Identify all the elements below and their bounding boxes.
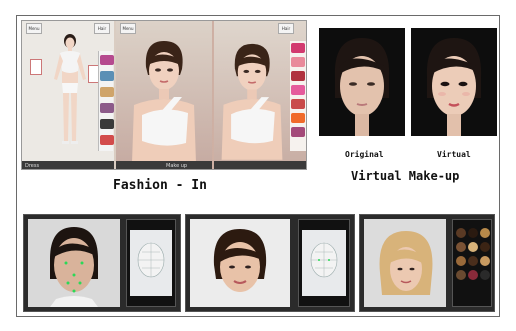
3d-face-model-icon xyxy=(137,242,165,278)
fullbody-view: Menu Hair Dress xyxy=(22,21,114,169)
avatar-head-icon xyxy=(213,229,267,292)
bottom-toolbar: Make up xyxy=(116,161,212,169)
photo-area xyxy=(28,219,120,307)
face-original-icon xyxy=(319,28,405,136)
clothing-item[interactable] xyxy=(100,55,114,65)
photo-area xyxy=(364,219,446,307)
makeup-swatch[interactable] xyxy=(291,43,305,53)
hair-option[interactable] xyxy=(480,228,490,238)
portrait-view-1: Menu Make up xyxy=(116,21,212,169)
makeup-swatch[interactable] xyxy=(291,85,305,95)
clothing-item[interactable] xyxy=(100,119,114,129)
fashion-in-caption: Fashion - In xyxy=(113,178,207,193)
phone-frame xyxy=(126,219,176,307)
hair-option[interactable] xyxy=(456,242,466,252)
hair-thumbnails-icon xyxy=(452,219,492,307)
avatar-figure-icon xyxy=(54,34,86,144)
photo-area xyxy=(190,219,290,307)
makeup-swatch[interactable] xyxy=(291,127,305,137)
clothing-thumbnails xyxy=(98,51,114,151)
hair-option[interactable] xyxy=(468,256,478,266)
hair-style-avatar-icon xyxy=(379,231,433,295)
makeup-swatch[interactable] xyxy=(291,57,305,67)
bottom-toolbar xyxy=(214,161,306,169)
dress-tab[interactable]: Dress xyxy=(25,163,39,169)
app-screenshot-2 xyxy=(185,214,355,312)
toolbar-menu-button[interactable]: Menu xyxy=(120,23,136,34)
face-virtual-icon xyxy=(411,28,497,136)
virtual-makeup-caption: Virtual Make-up xyxy=(351,169,460,183)
clothing-item[interactable] xyxy=(100,87,114,97)
hair-option[interactable] xyxy=(456,256,466,266)
portrait-view-2: Hair xyxy=(214,21,306,169)
fashion-in-panel: Menu Hair Dress Menu Make up Hair xyxy=(21,20,307,170)
clothing-item[interactable] xyxy=(100,103,114,113)
3d-face-model-icon xyxy=(310,242,338,278)
makeup-palette xyxy=(290,41,306,151)
face-landmarks-icon xyxy=(50,227,98,307)
hair-option[interactable] xyxy=(480,242,490,252)
clothing-item[interactable] xyxy=(100,71,114,81)
app-screenshot-3 xyxy=(359,214,495,312)
toolbar-hair-button[interactable]: Hair xyxy=(278,23,294,34)
avatar-portrait-icon xyxy=(132,41,196,163)
toolbar-menu-button[interactable]: Menu xyxy=(26,23,42,34)
shelf-frame xyxy=(30,59,42,75)
makeup-swatch[interactable] xyxy=(291,99,305,109)
app-screenshot-1 xyxy=(23,214,181,312)
hair-option[interactable] xyxy=(456,228,466,238)
hair-option[interactable] xyxy=(468,270,478,280)
virtual-face-photo xyxy=(411,28,497,136)
phone-screen xyxy=(130,230,172,296)
phone-screen xyxy=(302,230,346,296)
hair-option[interactable] xyxy=(480,270,490,280)
phone-frame xyxy=(298,219,350,307)
bottom-toolbar: Dress xyxy=(22,161,114,169)
makeup-swatch[interactable] xyxy=(291,71,305,81)
hair-option[interactable] xyxy=(456,270,466,280)
figure-frame: Menu Hair Dress Menu Make up Hair Fashio… xyxy=(16,15,500,317)
clothing-item[interactable] xyxy=(100,135,114,145)
hair-option[interactable] xyxy=(480,256,490,266)
makeup-tab[interactable]: Make up xyxy=(166,163,187,169)
original-face-photo xyxy=(319,28,405,136)
avatar-portrait-icon xyxy=(221,43,283,160)
virtual-label: Virtual xyxy=(437,150,471,159)
toolbar-hair-button[interactable]: Hair xyxy=(94,23,110,34)
makeup-swatch[interactable] xyxy=(291,113,305,123)
original-label: Original xyxy=(345,150,384,159)
hair-option[interactable] xyxy=(468,242,478,252)
hair-option[interactable] xyxy=(468,228,478,238)
